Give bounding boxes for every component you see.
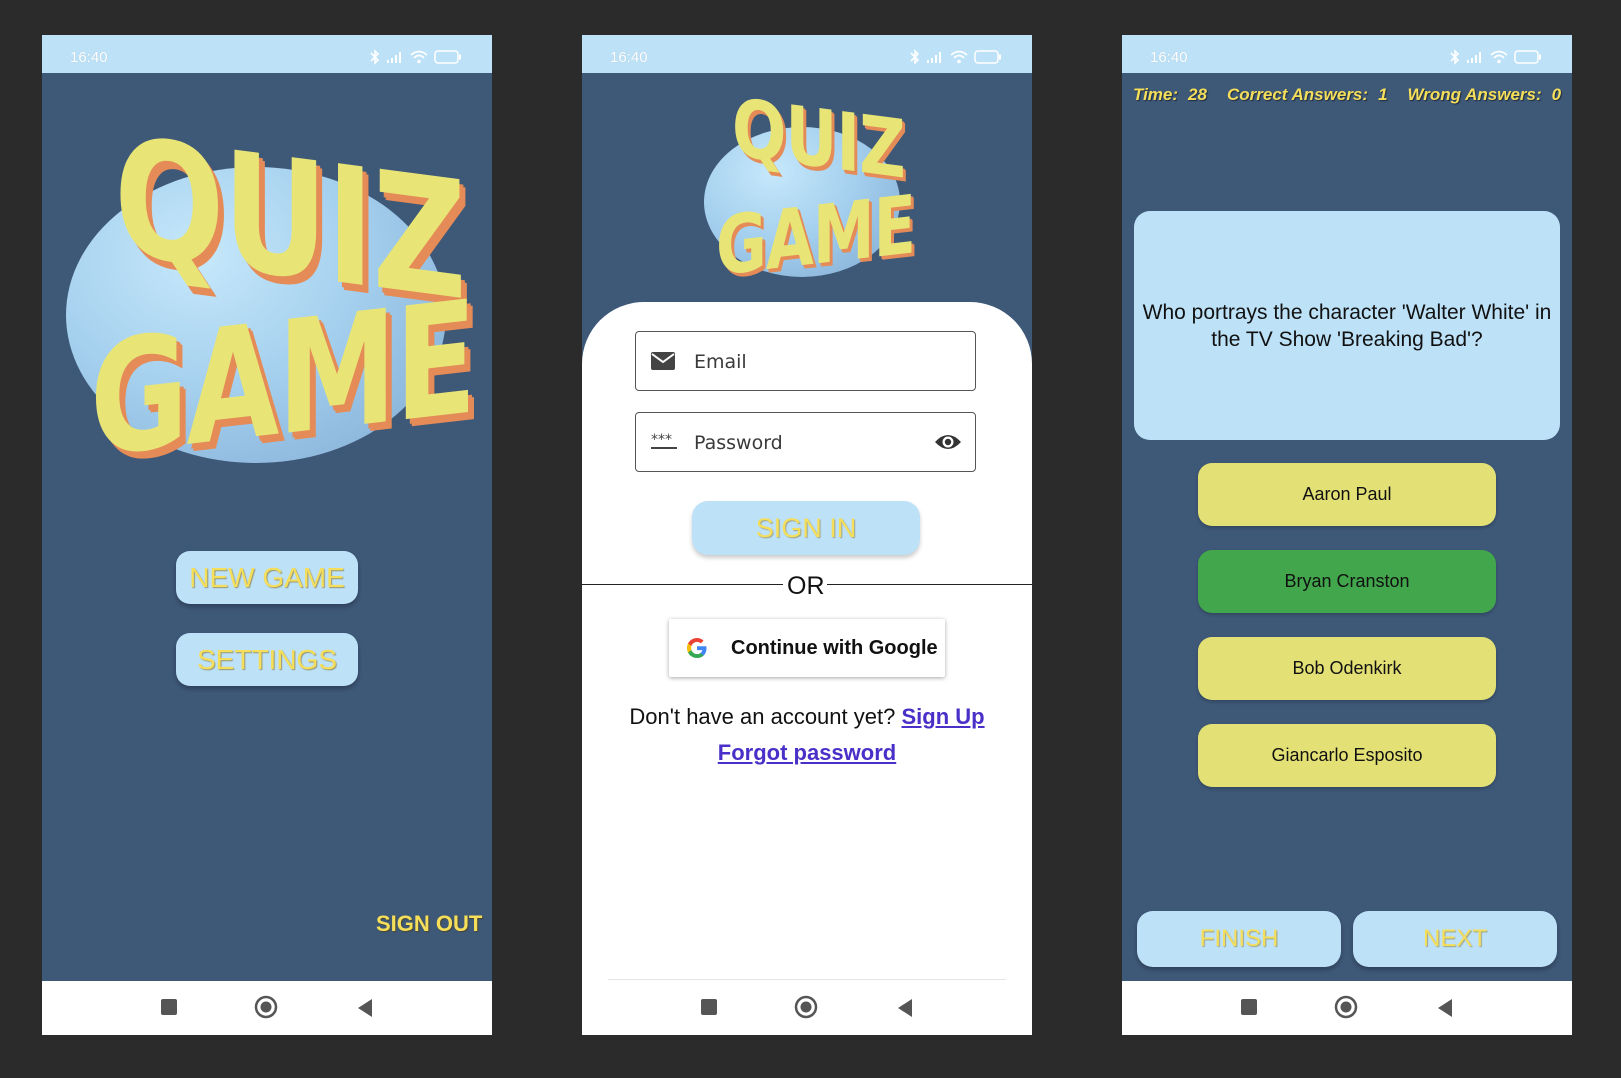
recent-apps-icon[interactable] [700,998,718,1016]
google-logo-icon [687,638,707,658]
android-nav-bar [42,981,492,1035]
correct-answers-label: Correct Answers: [1226,85,1369,104]
status-icons [370,49,462,65]
battery-icon [434,50,461,64]
recent-apps-icon[interactable] [160,998,178,1016]
status-icons [1450,49,1542,65]
battery-icon [974,50,1001,64]
finish-button[interactable]: FINISH [1137,911,1341,967]
time-label: Time: [1133,85,1179,104]
wifi-icon [950,50,968,64]
answer-option-2[interactable]: Bryan Cranston [1198,550,1496,613]
signal-icon [387,52,401,63]
quiz-game-logo: QUIZ GAME [62,101,482,505]
forgot-password-row: Forgot password [582,740,1032,766]
back-icon[interactable] [356,998,374,1018]
time-value: 28 [1188,85,1207,104]
bluetooth-icon [1450,49,1460,65]
wrong-answers-value: 0 [1551,85,1562,104]
correct-answers-value: 1 [1378,85,1388,104]
signal-icon [1467,52,1481,63]
score-row: Time: 28 Correct Answers: 1 Wrong Answer… [1133,85,1571,105]
password-placeholder: Password [694,432,783,454]
email-placeholder: Email [694,351,747,373]
mail-icon [651,352,675,370]
status-icons [910,49,1002,65]
back-icon[interactable] [896,998,914,1018]
google-button-label: Continue with Google [731,636,938,659]
android-nav-bar [582,981,1032,1035]
answer-option-1[interactable]: Aaron Paul [1198,463,1496,526]
home-screen: 16:40 QUIZ GAME NEW GAME SETTINGS SIGN O… [42,35,492,1035]
bluetooth-icon [370,49,380,65]
status-bar: 16:40 [1122,35,1572,73]
game-screen: 16:40 Time: 28 Correct Answers: 1 Wrong … [1122,35,1572,1035]
battery-icon [1514,50,1541,64]
password-icon: *** [651,432,677,449]
email-field[interactable]: Email [635,331,976,391]
eye-icon[interactable] [934,431,962,453]
bluetooth-icon [910,49,920,65]
sign-in-button[interactable]: SIGN IN [692,501,920,555]
quiz-game-logo: QUIZ GAME [700,82,920,305]
forgot-password-link[interactable]: Forgot password [718,740,896,765]
divider-left [582,584,783,585]
new-game-button[interactable]: NEW GAME [176,551,358,604]
wrong-answers-label: Wrong Answers: [1407,85,1542,104]
next-button[interactable]: NEXT [1353,911,1557,967]
or-text: OR [787,572,825,600]
home-icon[interactable] [794,995,818,1019]
sign-up-link[interactable]: Sign Up [901,704,984,729]
wifi-icon [410,50,428,64]
question-box: Who portrays the character 'Walter White… [1134,211,1560,440]
divider-right [827,584,1032,585]
svg-text:***: *** [651,432,672,448]
settings-button[interactable]: SETTINGS [176,633,358,686]
password-field[interactable]: *** Password [635,412,976,472]
login-screen: 16:40 QUIZ GAME Email *** Password SIGN … [582,35,1032,1035]
sign-up-row: Don't have an account yet? Sign Up [582,704,1032,730]
recent-apps-icon[interactable] [1240,998,1258,1016]
continue-with-google-button[interactable]: Continue with Google [669,619,945,677]
answer-option-4[interactable]: Giancarlo Esposito [1198,724,1496,787]
no-account-text: Don't have an account yet? [629,704,896,729]
wifi-icon [1490,50,1508,64]
status-time: 16:40 [70,49,108,66]
nav-divider [608,979,1006,980]
status-time: 16:40 [610,49,648,66]
status-bar: 16:40 [42,35,492,73]
home-icon[interactable] [1334,995,1358,1019]
answer-option-3[interactable]: Bob Odenkirk [1198,637,1496,700]
home-icon[interactable] [254,995,278,1019]
back-icon[interactable] [1436,998,1454,1018]
sign-out-button[interactable]: SIGN OUT [376,911,482,937]
android-nav-bar [1122,981,1572,1035]
status-time: 16:40 [1150,49,1188,66]
signal-icon [927,52,941,63]
status-bar: 16:40 [582,35,1032,73]
